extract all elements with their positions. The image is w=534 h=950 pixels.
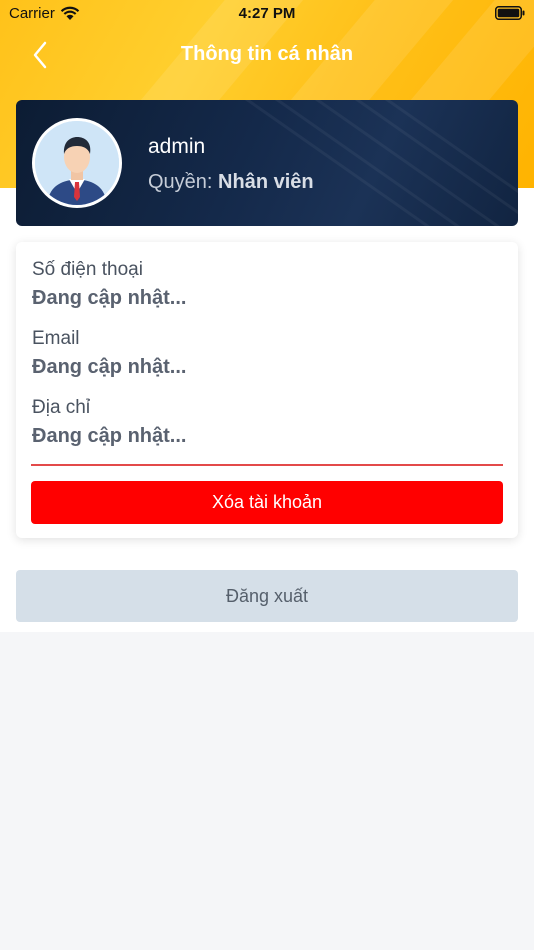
role: Quyền: Nhân viên [148,171,314,194]
email-value: Đang cập nhật... [32,356,187,378]
status-bar: Carrier 4:27 PM [0,0,534,28]
address-value: Đang cập nhật... [32,425,187,447]
info-card: Số điện thoại Đang cập nhật... Email Đan… [16,242,518,538]
phone-value: Đang cập nhật... [32,287,187,309]
page-title: Thông tin cá nhân [180,43,354,65]
battery-icon [495,6,525,24]
logout-button[interactable]: Đăng xuất [16,570,518,622]
divider [31,464,503,466]
address-label: Địa chỉ [32,397,91,418]
status-time: 4:27 PM [238,5,296,22]
navigation-bar: Thông tin cá nhân [0,32,534,78]
role-value: Nhân viên [218,171,314,193]
username: admin [148,135,206,158]
avatar [32,118,122,208]
phone-label: Số điện thoại [32,259,143,280]
user-avatar-icon [35,121,119,205]
email-label: Email [32,328,80,349]
delete-account-button[interactable]: Xóa tài khoản [31,481,503,524]
profile-card: admin Quyền: Nhân viên [16,100,518,226]
role-label: Quyền: [148,171,213,193]
